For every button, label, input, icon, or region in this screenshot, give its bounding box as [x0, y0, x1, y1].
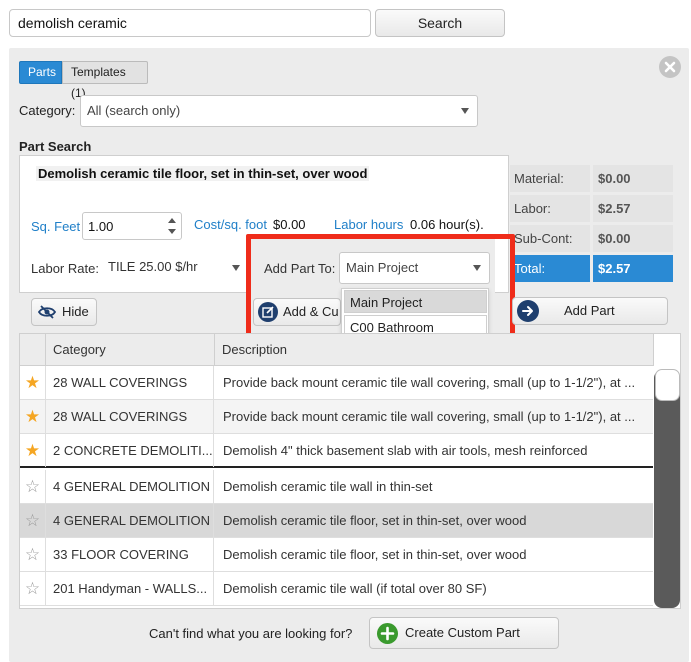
quantity-stepper[interactable]: 1.00	[82, 212, 182, 240]
table-row[interactable]: ☆ 4 GENERAL DEMOLITION Demolish ceramic …	[20, 504, 653, 538]
table-row[interactable]: ★ 2 CONCRETE DEMOLITI... Demolish 4" thi…	[20, 434, 653, 468]
labor-hours-value: 0.06 hour(s).	[410, 217, 484, 232]
chevron-down-icon	[232, 265, 240, 271]
quantity-unit-label: Sq. Feet	[31, 219, 81, 234]
star-icon[interactable]: ★	[20, 366, 46, 399]
row-description: Demolish ceramic tile wall in thin-set	[223, 479, 433, 494]
chevron-down-icon[interactable]	[168, 229, 176, 234]
material-value: $0.00	[593, 165, 673, 192]
row-description: Demolish ceramic tile floor, set in thin…	[223, 513, 527, 528]
row-category: 4 GENERAL DEMOLITION	[46, 504, 214, 537]
subcont-value: $0.00	[593, 225, 673, 252]
subcont-label: Sub-Cont:	[510, 225, 590, 252]
row-category: 33 FLOOR COVERING	[46, 538, 214, 571]
scrollbar[interactable]	[654, 370, 680, 608]
plus-icon	[377, 623, 398, 644]
stepper-arrows[interactable]	[163, 213, 181, 239]
row-description: Demolish ceramic tile wall (if total ove…	[223, 581, 487, 596]
table-row[interactable]: ☆ 33 FLOOR COVERING Demolish ceramic til…	[20, 538, 653, 572]
labor-rate-label: Labor Rate:	[31, 261, 99, 276]
row-category: 201 Handyman - WALLS...	[46, 572, 214, 605]
star-outline-icon[interactable]: ☆	[20, 538, 46, 571]
results-table: Category Description ★ 28 WALL COVERINGS…	[19, 333, 681, 609]
row-category: 2 CONCRETE DEMOLITI...	[46, 434, 214, 467]
selected-part-title: Demolish ceramic tile floor, set in thin…	[36, 166, 370, 181]
row-description: Provide back mount ceramic tile wall cov…	[223, 375, 636, 390]
eye-slash-icon	[37, 305, 57, 319]
row-description: Provide back mount ceramic tile wall cov…	[223, 409, 636, 424]
star-outline-icon[interactable]: ☆	[20, 504, 46, 537]
table-row[interactable]: ★ 28 WALL COVERINGS Provide back mount c…	[20, 366, 653, 400]
row-description: Demolish ceramic tile floor, set in thin…	[223, 547, 527, 562]
close-icon[interactable]	[659, 56, 681, 78]
part-search-title: Part Search	[19, 139, 92, 154]
category-select-value: All (search only)	[87, 103, 181, 118]
labor-value: $2.57	[593, 195, 673, 222]
scrollbar-thumb[interactable]	[655, 369, 680, 401]
row-category: 4 GENERAL DEMOLITION	[46, 470, 214, 503]
column-header-category[interactable]: Category	[46, 334, 215, 366]
row-category: 28 WALL COVERINGS	[46, 366, 214, 399]
star-icon[interactable]: ★	[20, 434, 46, 467]
total-value: $2.57	[593, 255, 673, 282]
chevron-up-icon[interactable]	[168, 218, 176, 223]
chevron-down-icon	[461, 108, 469, 114]
star-icon[interactable]: ★	[20, 400, 46, 433]
category-select[interactable]: All (search only)	[80, 95, 478, 127]
table-row[interactable]: ☆ 4 GENERAL DEMOLITION Demolish ceramic …	[20, 470, 653, 504]
table-row[interactable]: ☆ 201 Handyman - WALLS... Demolish ceram…	[20, 572, 653, 606]
column-header-description[interactable]: Description	[215, 334, 654, 366]
search-button[interactable]: Search	[375, 9, 505, 37]
cant-find-prompt: Can't find what you are looking for?	[149, 626, 353, 641]
category-label: Category:	[19, 103, 76, 118]
total-label: Total:	[510, 255, 590, 282]
labor-hours-label: Labor hours	[334, 217, 404, 232]
arrow-right-icon	[517, 300, 539, 322]
column-header-favorite	[20, 334, 46, 366]
row-description: Demolish 4" thick basement slab with air…	[223, 443, 588, 458]
material-label: Material:	[510, 165, 590, 192]
tab-parts[interactable]: Parts	[19, 61, 62, 84]
labor-label: Labor:	[510, 195, 590, 222]
table-row[interactable]: ★ 28 WALL COVERINGS Provide back mount c…	[20, 400, 653, 434]
star-outline-icon[interactable]: ☆	[20, 470, 46, 503]
labor-rate-select[interactable]: TILE 25.00 $/hr	[102, 253, 248, 283]
tab-templates[interactable]: Templates (1)	[62, 61, 148, 100]
star-outline-icon[interactable]: ☆	[20, 572, 46, 605]
search-input[interactable]: demolish ceramic	[9, 9, 371, 37]
labor-rate-value: TILE 25.00 $/hr	[108, 259, 198, 274]
cost-label: Cost/sq. foot	[194, 217, 267, 232]
row-category: 28 WALL COVERINGS	[46, 400, 214, 433]
cost-value: $0.00	[273, 217, 306, 232]
quantity-value: 1.00	[88, 219, 114, 234]
